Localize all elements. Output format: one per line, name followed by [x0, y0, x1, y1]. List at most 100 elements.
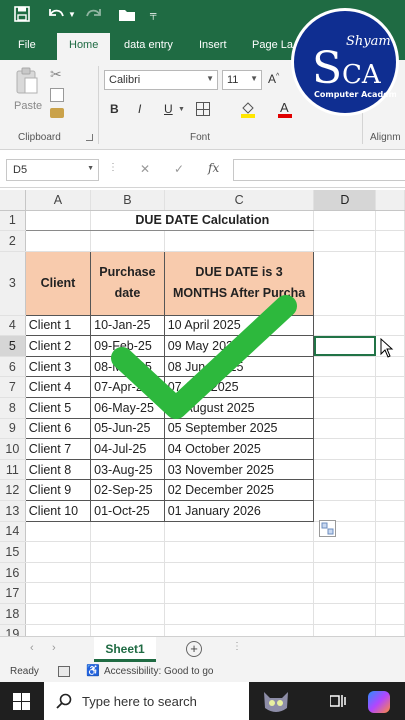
task-view-icon[interactable]: [329, 693, 346, 709]
sheet-tab-options-icon[interactable]: ⋮: [232, 641, 242, 652]
cell-b13[interactable]: 01-Oct-25: [90, 500, 165, 522]
cancel-icon[interactable]: ✕: [140, 162, 150, 176]
customize-toolbar-icon[interactable]: ╤: [150, 9, 156, 19]
dialog-launcher-icon[interactable]: [86, 134, 93, 141]
cell-c18[interactable]: [164, 603, 315, 625]
cell-b15[interactable]: [90, 541, 165, 563]
cell[interactable]: [375, 397, 405, 419]
cell-a14[interactable]: [25, 521, 92, 543]
row-header[interactable]: 8: [0, 397, 26, 419]
cell-a9[interactable]: Client 6: [24, 417, 92, 440]
insert-function-icon[interactable]: fx: [208, 161, 219, 175]
accessibility-status[interactable]: Accessibility: Good to go: [104, 666, 214, 677]
title-cell[interactable]: DUE DATE Calculation: [90, 210, 315, 232]
cell-c17[interactable]: [164, 582, 315, 604]
quick-analysis-icon[interactable]: [319, 520, 336, 537]
chevron-down-icon[interactable]: ▼: [178, 106, 185, 113]
cell-a16[interactable]: [25, 562, 92, 584]
copilot-icon[interactable]: [368, 691, 390, 713]
row-header[interactable]: 19: [0, 624, 26, 636]
cell-d19[interactable]: [313, 624, 377, 636]
row-header[interactable]: 4: [0, 315, 26, 337]
add-sheet-icon[interactable]: +: [186, 641, 202, 657]
borders-icon[interactable]: [196, 102, 210, 116]
cell[interactable]: [375, 315, 405, 337]
row-header[interactable]: 9: [0, 418, 26, 440]
paste-icon[interactable]: [14, 66, 40, 96]
widget-cat-icon[interactable]: [260, 686, 292, 716]
cell-a12[interactable]: Client 9: [24, 479, 92, 502]
cell-b11[interactable]: 03-Aug-25: [90, 458, 165, 481]
row-header[interactable]: 18: [0, 603, 26, 625]
row-header[interactable]: 16: [0, 562, 26, 584]
cell[interactable]: [375, 562, 405, 584]
tab-file[interactable]: File: [18, 39, 36, 51]
cell-b18[interactable]: [90, 603, 165, 625]
cell-a10[interactable]: Client 7: [24, 438, 92, 460]
cell-d12[interactable]: [313, 479, 377, 502]
cell[interactable]: [25, 210, 92, 232]
fill-color-icon[interactable]: [240, 100, 256, 118]
chevron-down-icon[interactable]: ▼: [68, 10, 76, 19]
font-size-select[interactable]: 11 ▼: [222, 70, 262, 90]
cell-a5[interactable]: Client 2: [24, 335, 92, 357]
formula-input[interactable]: [233, 159, 405, 181]
cell-d18[interactable]: [313, 603, 377, 625]
cell[interactable]: [375, 210, 405, 232]
cell-d10[interactable]: [313, 438, 377, 460]
cell-d3[interactable]: [313, 251, 377, 316]
column-header-b[interactable]: B: [90, 190, 165, 211]
cell-a3[interactable]: Client: [24, 250, 92, 316]
cell-d13[interactable]: [313, 500, 377, 522]
cell-a13[interactable]: Client 10: [24, 500, 92, 522]
cell-d6[interactable]: [313, 356, 377, 378]
cell[interactable]: [375, 521, 405, 543]
row-header[interactable]: 13: [0, 500, 26, 522]
tab-insert[interactable]: Insert: [199, 39, 227, 51]
cell-d17[interactable]: [313, 582, 377, 604]
sheet-tab-sheet1[interactable]: Sheet1: [94, 637, 156, 662]
row-header[interactable]: 11: [0, 459, 26, 481]
cell-a4[interactable]: Client 1: [24, 314, 92, 337]
cell-a15[interactable]: [25, 541, 92, 563]
cell-b14[interactable]: [90, 521, 165, 543]
cell-d2[interactable]: [313, 230, 377, 252]
cell-d15[interactable]: [313, 541, 377, 563]
cell-b12[interactable]: 02-Sep-25: [90, 479, 165, 502]
cell-c15[interactable]: [164, 541, 315, 563]
cut-icon[interactable]: ✂: [50, 66, 62, 83]
paste-button[interactable]: Paste: [14, 100, 42, 112]
row-header[interactable]: 2: [0, 230, 26, 252]
cell[interactable]: [313, 210, 377, 232]
cell-c12[interactable]: 02 December 2025: [163, 479, 315, 502]
cell[interactable]: [375, 603, 405, 625]
tab-home[interactable]: Home: [57, 33, 111, 60]
cell-b16[interactable]: [90, 562, 165, 584]
increase-font-icon[interactable]: A^: [268, 72, 279, 86]
formula-options-icon[interactable]: ⋮: [108, 162, 118, 173]
row-header[interactable]: 1: [0, 210, 26, 232]
cell-a8[interactable]: Client 5: [24, 397, 92, 419]
row-header[interactable]: 15: [0, 541, 26, 563]
cell[interactable]: [375, 251, 405, 316]
column-header-a[interactable]: A: [25, 190, 92, 211]
row-header[interactable]: 14: [0, 521, 26, 543]
column-header-d[interactable]: D: [313, 190, 377, 211]
row-header[interactable]: 7: [0, 376, 26, 399]
cell-c13[interactable]: 01 January 2026: [163, 500, 315, 522]
font-name-select[interactable]: Calibri ▼: [104, 70, 218, 90]
cell-d16[interactable]: [313, 562, 377, 584]
cell[interactable]: [375, 479, 405, 502]
accessibility-icon[interactable]: ♿: [86, 664, 100, 677]
cell-a7[interactable]: Client 4: [24, 376, 92, 399]
cell-a17[interactable]: [25, 582, 92, 604]
cell-c11[interactable]: 03 November 2025: [163, 458, 315, 481]
cell-a19[interactable]: [25, 624, 92, 636]
cell[interactable]: [375, 541, 405, 563]
cell[interactable]: [375, 624, 405, 636]
redo-icon[interactable]: [84, 5, 104, 27]
row-header[interactable]: 10: [0, 438, 26, 460]
macro-record-icon[interactable]: [58, 666, 70, 677]
cell-d7[interactable]: [313, 376, 377, 399]
tab-page-layout[interactable]: Page La: [252, 39, 293, 51]
